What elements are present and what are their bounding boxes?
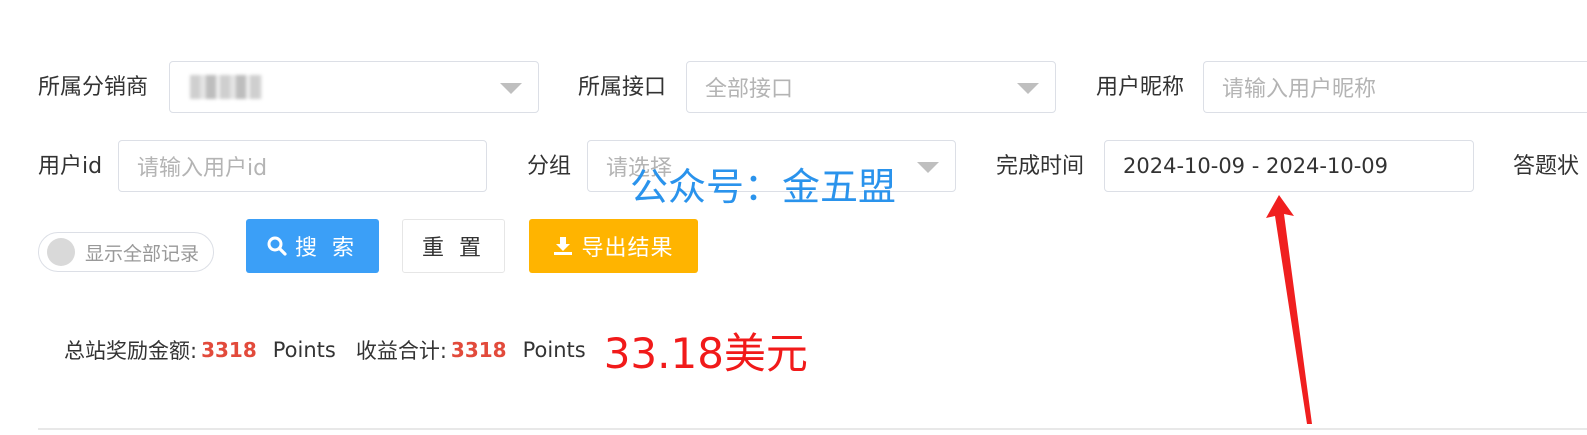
red-arrow-annotation <box>1266 195 1312 424</box>
search-panel: 所属分销商 所属接口 全部接口 用户昵称 请输入用户昵称 用户id 请输入用户i… <box>0 0 1587 435</box>
